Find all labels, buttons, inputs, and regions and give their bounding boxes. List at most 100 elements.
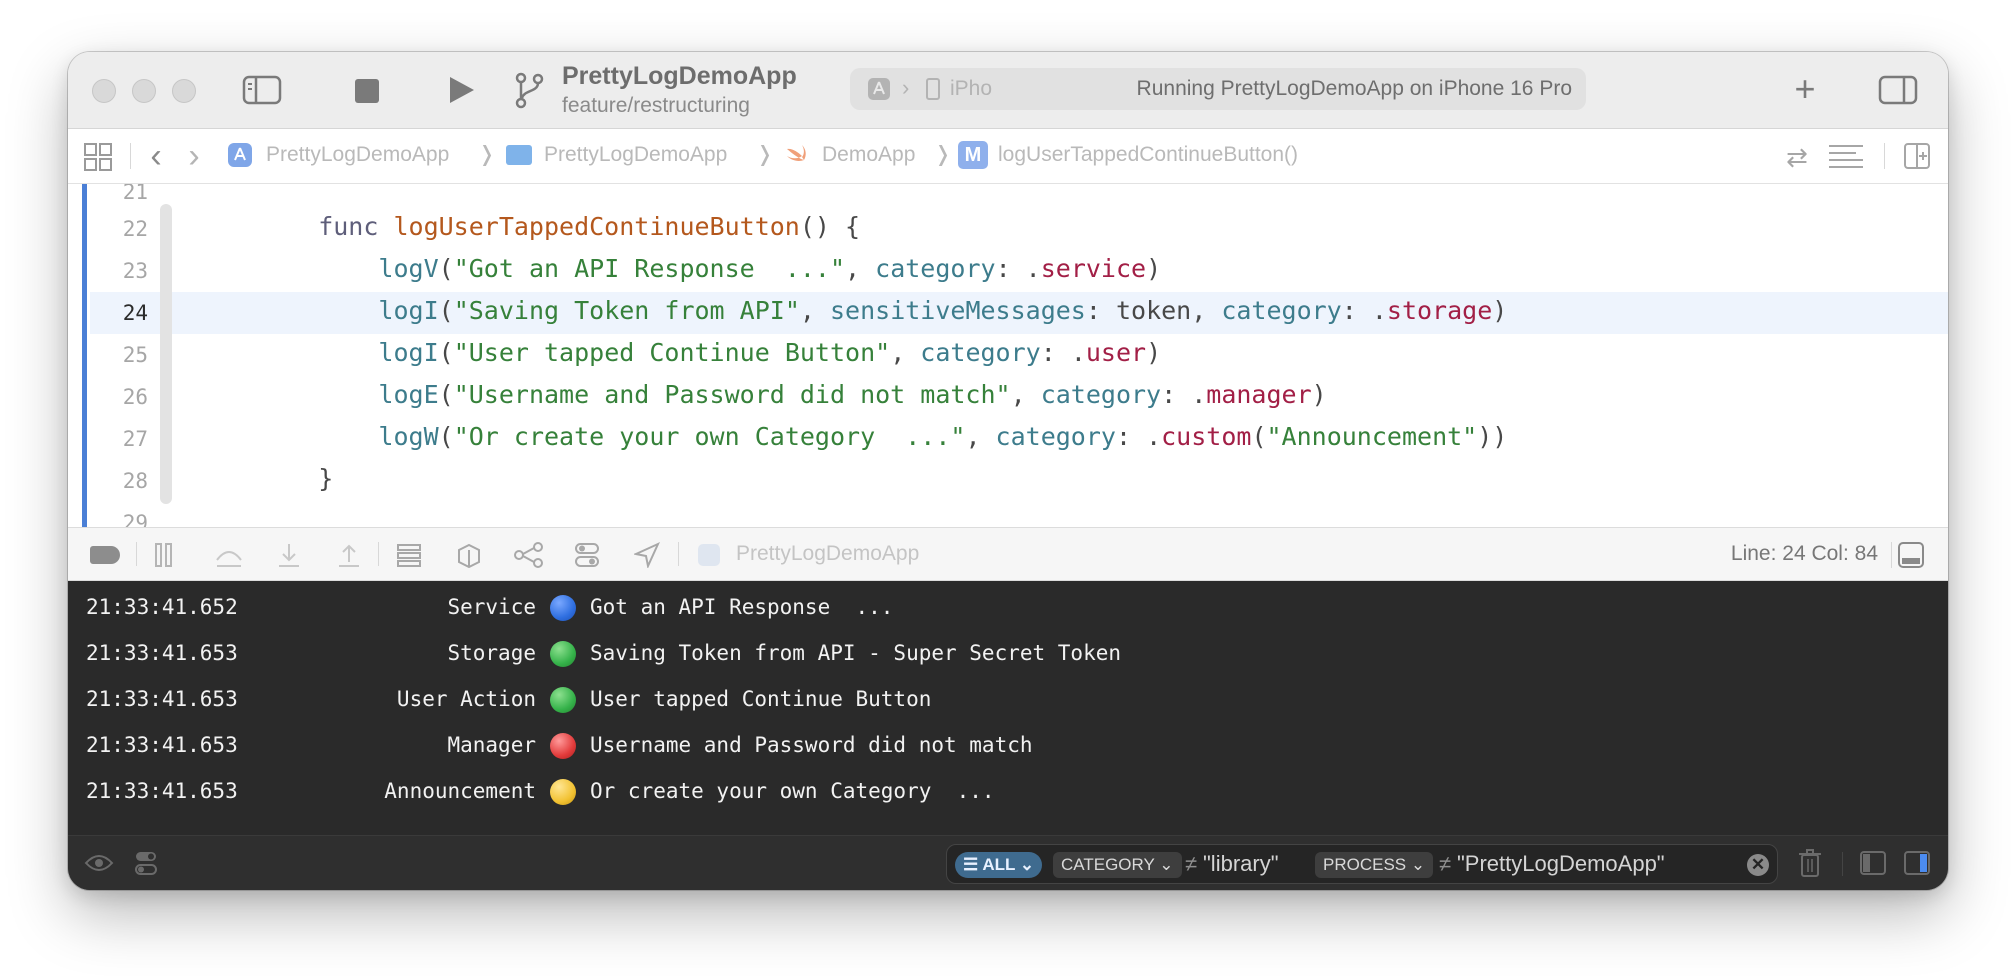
divider bbox=[1891, 542, 1892, 568]
console-filter-bar: ☰ ALL ⌄ CATEGORY ⌄ ≠ "library" PROCESS ⌄… bbox=[68, 835, 1948, 890]
inspector-toggle-icon[interactable] bbox=[1878, 74, 1918, 106]
code-line-22: func logUserTappedContinueButton() { bbox=[258, 212, 861, 241]
blue-circle-icon bbox=[550, 595, 576, 621]
filter-token-process[interactable]: PROCESS ⌄ bbox=[1315, 852, 1434, 878]
filter-scope-all[interactable]: ☰ ALL ⌄ bbox=[955, 852, 1043, 878]
memory-graph-icon[interactable] bbox=[456, 542, 482, 574]
green-circle-icon bbox=[550, 687, 576, 713]
stop-icon[interactable] bbox=[354, 78, 380, 104]
log-time: 21:33:41.653 bbox=[86, 779, 238, 803]
line-number: 22 bbox=[122, 217, 148, 241]
toolbar: PrettyLogDemoApp feature/restructuring ›… bbox=[68, 52, 1948, 129]
console-filter-field[interactable]: ☰ ALL ⌄ CATEGORY ⌄ ≠ "library" PROCESS ⌄… bbox=[946, 844, 1778, 884]
location-icon[interactable] bbox=[632, 541, 661, 574]
activity-status: Running PrettyLogDemoApp on iPhone 16 Pr… bbox=[1136, 77, 1572, 100]
breadcrumb-project[interactable]: PrettyLogDemoApp bbox=[266, 143, 449, 167]
debug-bar: PrettyLogDemoApp Line: 24 Col: 84 bbox=[68, 527, 1948, 581]
filter-operator: ≠ bbox=[1185, 851, 1198, 876]
project-icon bbox=[228, 143, 252, 167]
hide-debug-area-icon[interactable] bbox=[1898, 542, 1924, 574]
zoom-window-button[interactable] bbox=[172, 79, 196, 103]
debug-graph-icon[interactable] bbox=[514, 542, 544, 574]
console[interactable]: 21:33:41.652 Service Got an API Response… bbox=[68, 581, 1948, 890]
navigator-toggle-icon[interactable] bbox=[242, 74, 282, 106]
log-category: Storage bbox=[447, 641, 536, 665]
pause-icon[interactable] bbox=[154, 542, 174, 574]
step-out-icon[interactable] bbox=[336, 542, 362, 574]
filter-token-category[interactable]: CATEGORY ⌄ bbox=[1053, 852, 1182, 878]
editor-options-icon[interactable] bbox=[1828, 143, 1864, 169]
step-over-icon[interactable] bbox=[214, 542, 244, 574]
filter-process-value[interactable]: "PrettyLogDemoApp" bbox=[1457, 851, 1665, 877]
divider bbox=[130, 143, 131, 169]
jump-bar: ‹ › PrettyLogDemoApp ❭ PrettyLogDemoApp … bbox=[68, 129, 1948, 184]
divider bbox=[678, 542, 679, 566]
branch-name[interactable]: feature/restructuring bbox=[562, 94, 750, 118]
filter-icon: ☰ bbox=[963, 855, 983, 874]
environment-overrides-icon[interactable] bbox=[574, 542, 600, 574]
log-row: 21:33:41.653 User Action User tapped Con… bbox=[86, 679, 1586, 719]
breakpoints-toggle-icon[interactable] bbox=[90, 546, 120, 564]
xcode-window: PrettyLogDemoApp feature/restructuring ›… bbox=[68, 52, 1948, 890]
related-items-grid-icon[interactable] bbox=[84, 143, 112, 171]
line-number: 25 bbox=[122, 343, 148, 367]
line-number: 27 bbox=[122, 427, 148, 451]
editor-scrollbar[interactable] bbox=[160, 204, 172, 504]
activity-view[interactable]: › iPho Running PrettyLogDemoApp on iPhon… bbox=[850, 68, 1586, 110]
log-message: Got an API Response ... bbox=[590, 595, 894, 619]
breadcrumb-separator-icon: ❭ bbox=[478, 143, 496, 166]
swap-arrows-icon[interactable]: ⇄ bbox=[1782, 142, 1812, 172]
red-circle-icon bbox=[550, 733, 576, 759]
log-row: 21:33:41.653 Announcement Or create your… bbox=[86, 771, 1586, 811]
run-icon[interactable] bbox=[446, 74, 476, 106]
divider bbox=[1842, 852, 1843, 876]
debug-target[interactable]: PrettyLogDemoApp bbox=[736, 542, 919, 566]
minimize-window-button[interactable] bbox=[132, 79, 156, 103]
eye-icon[interactable] bbox=[84, 852, 114, 879]
breadcrumb-folder[interactable]: PrettyLogDemoApp bbox=[544, 143, 727, 167]
chevron-right-icon: › bbox=[902, 75, 910, 100]
metadata-options-icon[interactable] bbox=[134, 850, 158, 881]
folder-icon bbox=[506, 145, 532, 165]
log-message: User tapped Continue Button bbox=[590, 687, 932, 711]
divider bbox=[378, 542, 379, 566]
source-editor[interactable]: 21 22 23 24 25 26 27 28 29 func logUserT… bbox=[68, 184, 1948, 527]
log-row: 21:33:41.652 Service Got an API Response… bbox=[86, 587, 1586, 627]
run-destination[interactable]: iPho bbox=[950, 77, 992, 101]
trash-icon[interactable] bbox=[1798, 848, 1822, 883]
code-line-23: logV("Got an API Response ...", category… bbox=[258, 254, 1162, 283]
line-number: 29 bbox=[122, 511, 148, 527]
breadcrumb-separator-icon: ❭ bbox=[934, 143, 952, 166]
divider bbox=[1884, 143, 1885, 169]
line-number: 26 bbox=[122, 385, 148, 409]
forward-chevron-icon[interactable]: › bbox=[184, 137, 204, 175]
view-hierarchy-icon[interactable] bbox=[396, 542, 422, 574]
log-category: User Action bbox=[396, 687, 536, 711]
log-category: Announcement bbox=[384, 779, 536, 803]
code-line-27: logW("Or create your own Category ...", … bbox=[258, 422, 1508, 451]
step-into-icon[interactable] bbox=[276, 542, 302, 574]
add-editor-icon[interactable] bbox=[1904, 143, 1930, 169]
breadcrumb-method[interactable]: logUserTappedContinueButton() bbox=[998, 143, 1298, 167]
filter-category-value[interactable]: "library" bbox=[1203, 851, 1279, 877]
breadcrumb-file[interactable]: DemoApp bbox=[822, 143, 915, 167]
close-window-button[interactable] bbox=[92, 79, 116, 103]
show-variables-icon[interactable] bbox=[1860, 851, 1886, 880]
filter-category-label: CATEGORY bbox=[1061, 855, 1155, 874]
green-circle-icon bbox=[550, 641, 576, 667]
line-number: 28 bbox=[122, 469, 148, 493]
log-message: Saving Token from API - Super Secret Tok… bbox=[590, 641, 1122, 665]
change-bar bbox=[82, 184, 87, 527]
back-chevron-icon[interactable]: ‹ bbox=[146, 137, 166, 175]
app-store-icon bbox=[868, 78, 890, 100]
log-time: 21:33:41.653 bbox=[86, 733, 238, 757]
code-line-26: logE("Username and Password did not matc… bbox=[258, 380, 1327, 409]
branch-icon[interactable] bbox=[512, 70, 546, 110]
filter-operator: ≠ bbox=[1439, 851, 1452, 876]
scheme-title[interactable]: PrettyLogDemoApp bbox=[562, 62, 797, 91]
clear-filter-icon[interactable]: ✕ bbox=[1747, 854, 1769, 876]
log-time: 21:33:41.653 bbox=[86, 687, 238, 711]
show-console-icon[interactable] bbox=[1904, 851, 1930, 880]
plus-icon[interactable]: + bbox=[1788, 68, 1822, 109]
log-time: 21:33:41.652 bbox=[86, 595, 238, 619]
